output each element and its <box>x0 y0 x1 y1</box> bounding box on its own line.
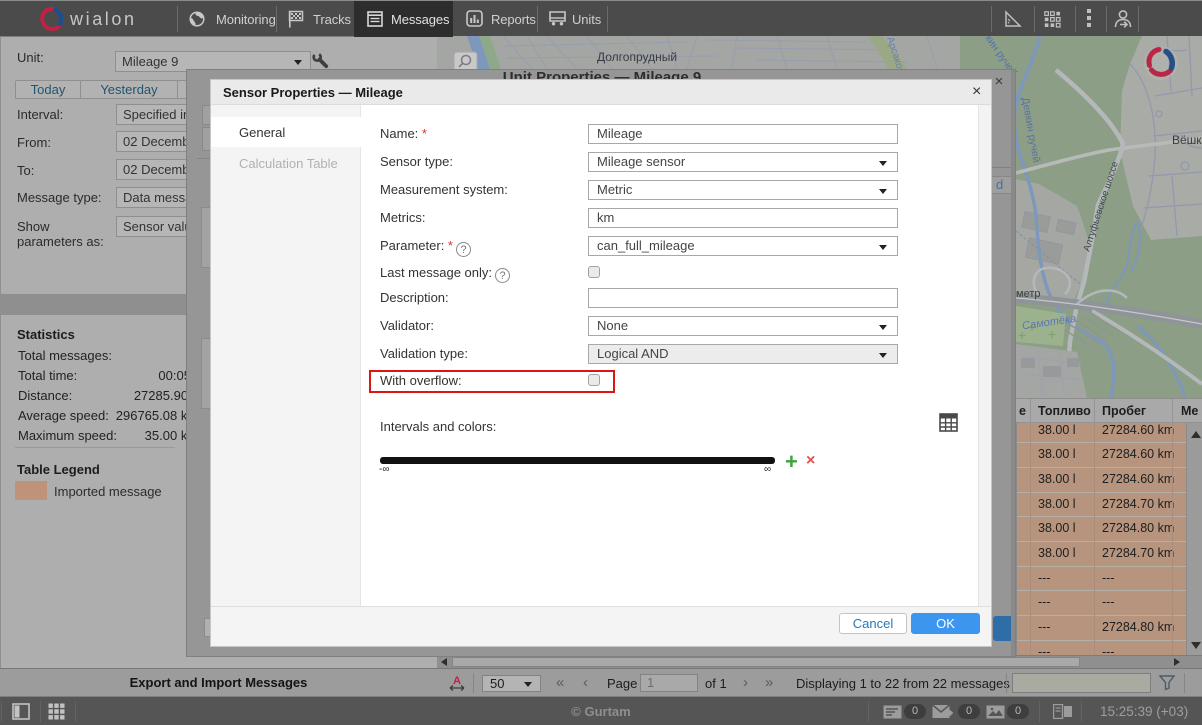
svg-text:Вёшк: Вёшк <box>1172 133 1202 147</box>
svg-text:Долгопрудный: Долгопрудный <box>597 50 677 64</box>
svg-text:метр: метр <box>1016 288 1040 300</box>
svg-text:A: A <box>453 675 461 687</box>
